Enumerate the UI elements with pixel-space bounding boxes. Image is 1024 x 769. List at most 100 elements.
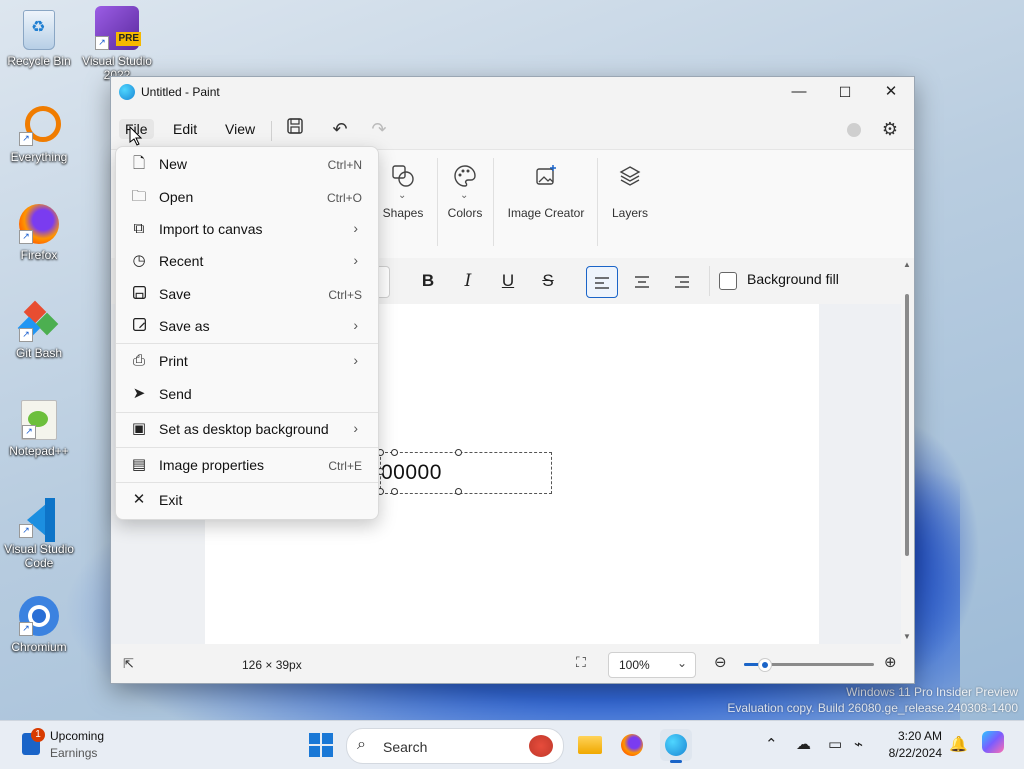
file-explorer-icon[interactable] (574, 729, 606, 761)
mouse-pointer-icon (129, 125, 143, 151)
align-left-button[interactable] (586, 266, 618, 298)
save-icon[interactable] (283, 117, 307, 141)
chevron-right-icon: › (353, 352, 358, 368)
zoom-slider-thumb[interactable] (757, 658, 772, 672)
desktop-icon-recycle-bin[interactable]: ♻ Recycle Bin (1, 10, 77, 68)
italic-button[interactable]: I (453, 266, 483, 296)
resize-handle[interactable] (455, 488, 462, 495)
file-menu-item-set-as-desktop-background[interactable]: ▣ Set as desktop background › (120, 414, 374, 444)
file-menu-item-import-to-canvas[interactable]: ⧉ Import to canvas › (120, 214, 374, 244)
toolbar-divider (709, 266, 710, 296)
file-menu-item-exit[interactable]: ✕ Exit (120, 485, 374, 515)
file-menu-item-send[interactable]: ➤ Send (120, 379, 374, 409)
desktop-icon-label: Everything (10, 150, 68, 164)
maximize-button[interactable]: ☐ (822, 77, 868, 107)
scroll-up-icon[interactable]: ▲ (903, 260, 911, 269)
underline-button[interactable]: U (493, 266, 523, 296)
firefox-icon: ↗ (19, 204, 59, 244)
align-right-button[interactable] (667, 266, 697, 296)
file-menu-label: New (159, 156, 188, 172)
desktop-icon-label: Recycle Bin (7, 54, 71, 68)
desktop-icon-label: Notepad++ (9, 444, 69, 458)
scroll-down-icon[interactable]: ▼ (903, 632, 911, 641)
desktop-icon-visual-studio[interactable]: PRE ↗ Visual Studio 2022 (79, 6, 155, 82)
start-button[interactable] (309, 733, 333, 757)
folder-open-icon: 🗀 (131, 188, 147, 205)
redo-icon[interactable]: ↷ (367, 117, 391, 141)
file-menu-item-save[interactable]: Save Ctrl+S (120, 279, 374, 309)
scrollbar-thumb[interactable] (905, 294, 909, 556)
shortcut-arrow-icon: ↗ (95, 36, 109, 50)
desktop-icon-label: Firefox (20, 248, 58, 262)
notification-bell-icon[interactable]: 🔔 (949, 735, 968, 753)
menubar-divider (271, 121, 272, 141)
menu-edit[interactable]: Edit (167, 119, 203, 139)
chevron-down-icon: ⌄ (398, 190, 407, 201)
shortcut-text: Ctrl+E (328, 459, 362, 473)
desktop-icon-git-bash[interactable]: ↗ Git Bash (1, 300, 77, 360)
resize-handle[interactable] (455, 449, 462, 456)
desktop-background-icon: ▣ (131, 420, 147, 437)
bold-button[interactable]: B (413, 266, 443, 296)
background-fill-label: Background fill (747, 271, 839, 287)
new-file-icon: 🗋 (132, 155, 146, 172)
shortcut-text: Ctrl+S (328, 288, 362, 302)
vscode-icon: ↗ (19, 498, 59, 542)
paint-taskbar-icon[interactable] (660, 729, 692, 763)
fit-to-window-icon[interactable]: ⛶ (576, 654, 586, 671)
desktop-icon-vscode[interactable]: ↗ Visual Studio Code (1, 498, 77, 570)
align-center-icon (635, 275, 649, 288)
file-menu-item-save-as[interactable]: Save as › (120, 311, 374, 341)
background-fill-checkbox[interactable] (719, 272, 737, 290)
clock-time[interactable]: 3:20 AM (882, 729, 942, 743)
zoom-slider[interactable] (744, 658, 874, 672)
file-menu-label: Save as (159, 318, 210, 334)
account-icon[interactable] (842, 117, 866, 141)
desktop-icon-everything[interactable]: ↗ Everything (1, 106, 77, 164)
title-bar[interactable]: Untitled - Paint — ☐ ✕ (111, 77, 914, 109)
cloud-offline-icon[interactable]: ☁ (796, 735, 811, 753)
resize-handle[interactable] (391, 488, 398, 495)
ribbon-group-shapes[interactable]: ⌄ Shapes (376, 150, 430, 250)
settings-gear-icon[interactable]: ⚙ (878, 117, 902, 141)
file-menu-item-open[interactable]: 🗀 Open Ctrl+O (120, 182, 374, 212)
undo-icon[interactable]: ↶ (328, 117, 352, 141)
clock-date[interactable]: 8/22/2024 (882, 746, 942, 760)
zoom-in-icon[interactable]: ⊕ (884, 653, 897, 671)
file-menu-item-recent[interactable]: ◷ Recent › (120, 246, 374, 276)
taskbar-search[interactable]: ⌕ Search (346, 728, 564, 764)
close-button[interactable]: ✕ (868, 77, 914, 107)
text-box-selection[interactable]: 00000 (377, 449, 552, 495)
ribbon-label-image-creator: Image Creator (507, 206, 585, 220)
file-menu-label: Open (159, 189, 194, 205)
print-icon: ⎙ (132, 352, 145, 369)
firefox-taskbar-icon[interactable] (616, 729, 648, 761)
align-right-icon (675, 275, 689, 288)
strikethrough-button[interactable]: S (533, 266, 563, 296)
ribbon-separator (493, 158, 494, 246)
resize-handle[interactable] (391, 449, 398, 456)
network-icon[interactable]: ▭ (828, 735, 842, 753)
vpn-icon[interactable]: ⌁ (854, 735, 863, 753)
ribbon-group-image-creator[interactable]: Image Creator (503, 150, 589, 250)
shapes-icon (376, 150, 430, 210)
active-app-indicator (670, 760, 682, 763)
file-menu-item-print[interactable]: ⎙ Print › (120, 346, 374, 376)
ribbon-group-colors[interactable]: ⌄ Colors (443, 150, 487, 250)
chevron-up-icon[interactable]: ⌃ (765, 735, 778, 753)
zoom-out-icon[interactable]: ⊖ (714, 653, 727, 671)
copilot-icon[interactable] (982, 731, 1004, 757)
vertical-scrollbar[interactable]: ▲ ▼ (901, 258, 914, 644)
align-center-button[interactable] (627, 266, 657, 296)
file-menu-item-image-properties[interactable]: ▤ Image properties Ctrl+E (120, 450, 374, 480)
canvas-text[interactable]: 00000 (381, 461, 442, 485)
desktop-icon-firefox[interactable]: ↗ Firefox (1, 204, 77, 262)
shortcut-text: Ctrl+N (327, 158, 362, 172)
file-menu-item-new[interactable]: 🗋 New Ctrl+N (120, 149, 374, 179)
zoom-select[interactable]: 100% ⌄ (608, 652, 696, 678)
menu-view[interactable]: View (219, 119, 261, 139)
ribbon-group-layers[interactable]: Layers (607, 150, 653, 250)
desktop-icon-chromium[interactable]: ↗ Chromium (1, 596, 77, 654)
minimize-button[interactable]: — (776, 77, 822, 107)
desktop-icon-notepad-plus-plus[interactable]: ↗ Notepad++ (1, 400, 77, 458)
